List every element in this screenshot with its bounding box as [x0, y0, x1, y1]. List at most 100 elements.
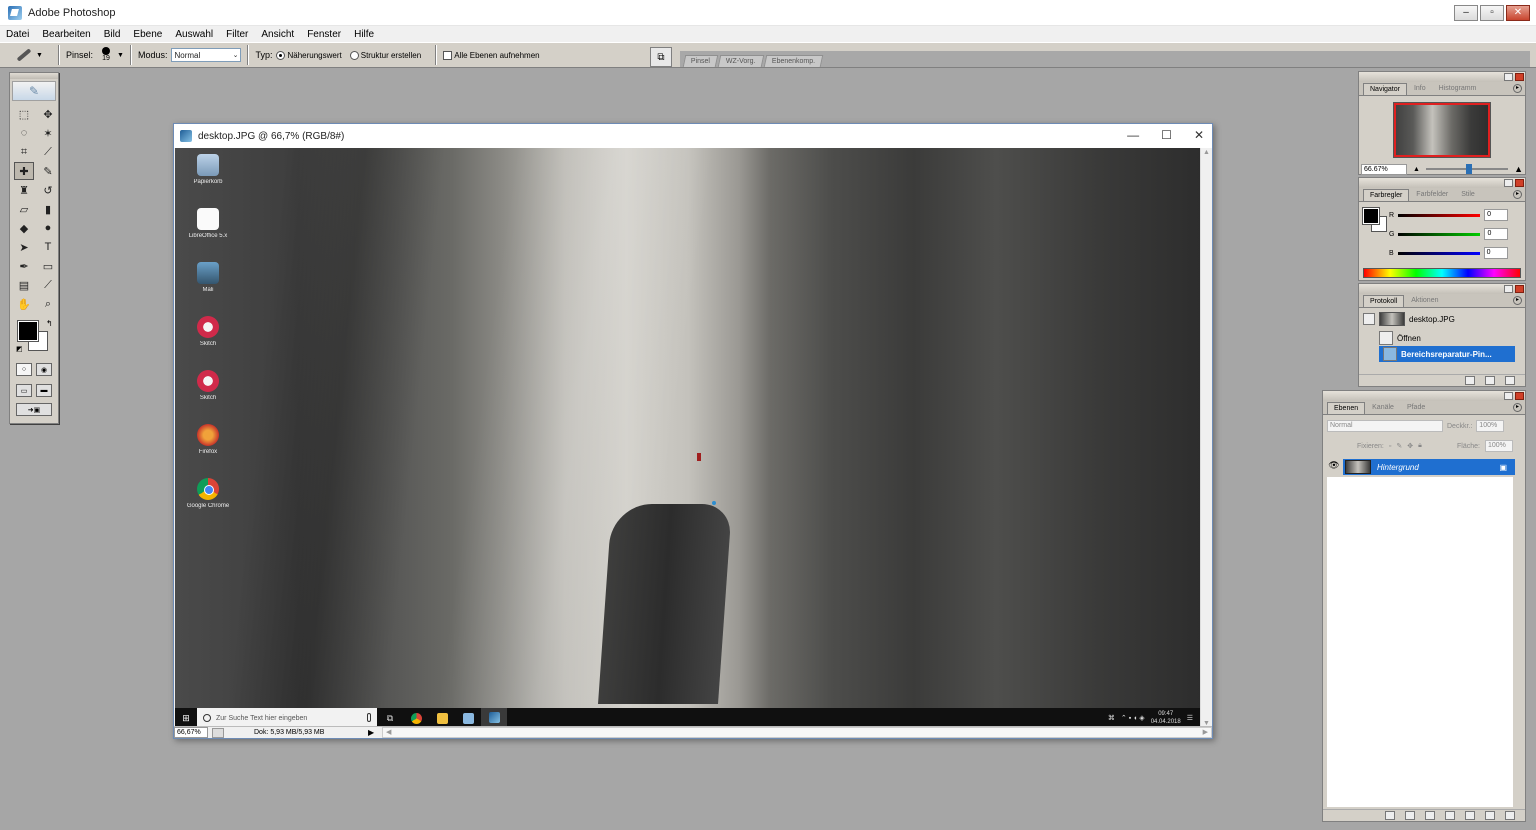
swap-colors-icon[interactable]: ↰ [46, 319, 53, 328]
shape-tool-icon[interactable]: ▭ [38, 257, 58, 275]
tab-color[interactable]: Farbregler [1363, 189, 1410, 201]
scroll-right-icon[interactable]: ▶ [1203, 728, 1208, 736]
palette-header[interactable] [1323, 391, 1525, 401]
navigator-zoom-slider[interactable] [1425, 164, 1509, 174]
foreground-color-swatch[interactable] [17, 320, 39, 342]
eye-icon[interactable]: 👁︎ [1327, 460, 1341, 474]
palette-minimize-button[interactable] [1504, 285, 1513, 293]
navigator-view-box[interactable] [1394, 103, 1490, 157]
tab-history[interactable]: Protokoll [1363, 295, 1405, 307]
history-brush-tool-icon[interactable]: ↺ [38, 181, 58, 199]
move-tool-icon[interactable]: ✥ [38, 105, 58, 123]
palette-close-button[interactable] [1515, 285, 1524, 293]
document-horizontal-scrollbar[interactable]: ◀ ▶ [382, 727, 1212, 738]
scroll-left-icon[interactable]: ◀ [386, 728, 391, 736]
file-browser-icon[interactable]: ⧉ [650, 47, 672, 67]
adjustment-layer-icon[interactable] [1445, 811, 1455, 820]
gradient-tool-icon[interactable]: ▮ [38, 200, 58, 218]
menu-filter[interactable]: Filter [226, 29, 248, 40]
quick-mask-mode-icon[interactable]: ◉ [36, 363, 52, 376]
palette-tab-tool-presets[interactable]: WZ-Vorg. [717, 55, 764, 67]
document-title-bar[interactable]: desktop.JPG @ 66,7% (RGB/8#) — ☐ ✕ [174, 124, 1212, 148]
tab-info[interactable]: Info [1408, 83, 1432, 95]
slider-knob[interactable] [1465, 164, 1472, 174]
status-icon[interactable] [212, 727, 224, 738]
link-layers-icon[interactable] [1385, 811, 1395, 820]
menu-hilfe[interactable]: Hilfe [354, 29, 374, 40]
document-vertical-scrollbar[interactable]: ▲ ▼ [1200, 148, 1212, 728]
lasso-tool-icon[interactable]: ◌ [14, 124, 34, 142]
type-tool-icon[interactable]: T [38, 238, 58, 256]
color-fg-bg-swatch[interactable] [1362, 207, 1389, 234]
color-slider-b[interactable]: B 0 [1389, 247, 1508, 259]
tab-layers[interactable]: Ebenen [1327, 402, 1366, 414]
palette-close-button[interactable] [1515, 392, 1524, 400]
new-group-icon[interactable] [1465, 811, 1475, 820]
new-document-from-state-icon[interactable] [1465, 376, 1475, 385]
close-button[interactable]: ✕ [1506, 5, 1530, 21]
tool-preset-picker[interactable]: ▼ [16, 45, 52, 65]
menu-bearbeiten[interactable]: Bearbeiten [42, 29, 90, 40]
opacity-field[interactable]: 100% [1476, 420, 1505, 432]
channel-r-bar[interactable] [1398, 213, 1481, 217]
history-snapshot[interactable]: desktop.JPG [1363, 311, 1515, 327]
minimize-button[interactable]: – [1454, 5, 1478, 21]
magic-wand-tool-icon[interactable]: ✶ [38, 124, 58, 142]
clone-stamp-tool-icon[interactable]: ♜ [14, 181, 34, 199]
brush-picker[interactable]: 19 [97, 44, 115, 66]
tab-actions[interactable]: Aktionen [1405, 295, 1444, 307]
mode-select[interactable]: Normal ⌄ [171, 48, 242, 62]
image-canvas[interactable]: Papierkorb LibreOffice 5.x Mali Skitch S… [175, 148, 1201, 728]
history-brush-source-icon[interactable] [1363, 313, 1375, 325]
palette-header[interactable] [1359, 284, 1525, 294]
layer-row-background[interactable]: Hintergrund ▣ [1343, 459, 1515, 475]
color-spectrum-bar[interactable] [1363, 268, 1521, 278]
new-snapshot-icon[interactable] [1485, 376, 1495, 385]
pen-tool-icon[interactable]: ✒ [14, 257, 34, 275]
lock-position-icon[interactable]: ✥ [1407, 442, 1413, 450]
menu-bild[interactable]: Bild [104, 29, 121, 40]
tab-histogram[interactable]: Histogramm [1433, 83, 1483, 95]
navigator-zoom-field[interactable]: 66.67% [1361, 163, 1407, 175]
dodge-tool-icon[interactable]: ● [38, 219, 58, 237]
palette-header[interactable] [1359, 72, 1525, 82]
palette-menu-icon[interactable]: ▸ [1513, 296, 1522, 305]
trash-icon[interactable] [1505, 376, 1515, 385]
screen-mode-full-icon[interactable]: ▬ [36, 384, 52, 397]
default-colors-icon[interactable]: ◩ [16, 345, 23, 353]
trash-icon[interactable] [1505, 811, 1515, 820]
menu-auswahl[interactable]: Auswahl [175, 29, 213, 40]
type-approximate-radio[interactable]: Näherungswert [276, 50, 342, 60]
color-slider-g[interactable]: G 0 [1389, 228, 1509, 240]
lock-transparency-icon[interactable]: ▫ [1389, 443, 1391, 450]
new-layer-icon[interactable] [1485, 811, 1495, 820]
maximize-button[interactable]: ▫ [1480, 5, 1504, 21]
palette-tab-layer-comps[interactable]: Ebenenkomp. [763, 55, 824, 67]
toolbox-grip[interactable] [10, 73, 58, 79]
palette-minimize-button[interactable] [1504, 73, 1513, 81]
channel-b-bar[interactable] [1397, 251, 1480, 255]
type-texture-radio[interactable]: Struktur erstellen [349, 50, 421, 60]
hand-tool-icon[interactable]: ✋ [14, 295, 34, 313]
path-selection-tool-icon[interactable]: ➤ [14, 238, 34, 256]
sample-all-layers-checkbox[interactable]: Alle Ebenen aufnehmen [443, 50, 540, 60]
palette-menu-icon[interactable]: ▸ [1513, 403, 1522, 412]
fill-field[interactable]: 100% [1485, 440, 1513, 452]
menu-ebene[interactable]: Ebene [133, 29, 162, 40]
zoom-out-icon[interactable]: ▲ [1413, 166, 1420, 173]
color-slider-r[interactable]: R 0 [1389, 209, 1509, 221]
channel-r-value[interactable]: 0 [1484, 209, 1509, 221]
slice-tool-icon[interactable]: ⟋ [38, 143, 58, 161]
menu-ansicht[interactable]: Ansicht [261, 29, 294, 40]
navigator-thumbnail[interactable] [1393, 102, 1491, 158]
document-zoom-field[interactable]: 66,67% [174, 727, 208, 738]
document-maximize-button[interactable]: ☐ [1161, 128, 1172, 142]
tab-channels[interactable]: Kanäle [1366, 402, 1400, 414]
palette-close-button[interactable] [1515, 73, 1524, 81]
palette-minimize-button[interactable] [1504, 179, 1513, 187]
eyedropper-tool-icon[interactable]: ⟋ [38, 276, 58, 294]
zoom-in-icon[interactable]: ▲ [1514, 164, 1523, 174]
standard-mode-icon[interactable]: ○ [16, 363, 32, 376]
tab-swatches[interactable]: Farbfelder [1410, 189, 1454, 201]
status-menu-arrow-icon[interactable]: ▶ [368, 728, 378, 737]
